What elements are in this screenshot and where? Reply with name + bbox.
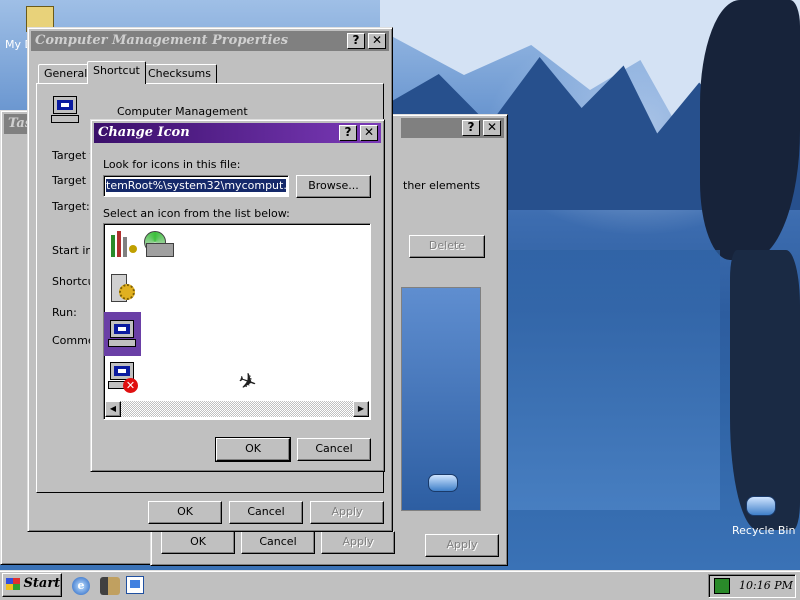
help-button[interactable]: ? <box>462 120 480 136</box>
taskbar: Start e 10:16 PM <box>0 570 800 600</box>
ok-button[interactable]: OK <box>161 531 235 554</box>
icon-file-input[interactable]: temRoot%\system32\mycomput.dll <box>103 175 289 197</box>
internet-explorer-icon[interactable]: e <box>72 577 90 595</box>
disk-management-icon[interactable] <box>142 229 176 261</box>
recycle-bin-icon <box>746 496 776 516</box>
change-icon-dialog[interactable]: Change Icon ? ✕ Look for icons in this f… <box>90 119 385 472</box>
close-button[interactable]: ✕ <box>360 125 378 141</box>
computer-error-icon[interactable]: ✕ <box>106 360 140 394</box>
dialog-title: Change Icon <box>98 125 190 140</box>
icon-list-label: Select an icon from the list below: <box>103 207 290 220</box>
field-label: Run: <box>52 306 77 319</box>
title-bar[interactable]: ? ✕ <box>401 118 504 138</box>
start-button[interactable]: Start <box>2 573 62 597</box>
apply-button[interactable]: Apply <box>310 501 384 524</box>
cancel-button[interactable]: Cancel <box>241 531 315 554</box>
window-title: Computer Management Properties <box>35 33 289 48</box>
cancel-button[interactable]: Cancel <box>229 501 303 524</box>
tools-icon[interactable] <box>107 229 139 261</box>
title-bar[interactable]: Computer Management Properties ? ✕ <box>31 31 389 51</box>
clock[interactable]: 10:16 PM <box>739 579 793 592</box>
tab-shortcut[interactable]: Shortcut <box>87 61 146 84</box>
close-button[interactable]: ✕ <box>483 120 501 136</box>
tab-checksums[interactable]: Checksums <box>142 64 217 84</box>
browse-button[interactable]: Browse... <box>296 175 371 198</box>
shortcut-name: Computer Management <box>117 105 248 118</box>
help-button[interactable]: ? <box>347 33 365 49</box>
windows-logo-icon <box>6 578 20 590</box>
apply-button[interactable]: Apply <box>321 531 395 554</box>
horizontal-scrollbar[interactable]: ◀ ▶ <box>105 401 369 417</box>
tab-general[interactable]: General <box>38 64 94 84</box>
field-label: Target: <box>52 200 90 213</box>
scroll-left-button[interactable]: ◀ <box>105 401 121 417</box>
apply-button-2[interactable]: Apply <box>425 534 499 557</box>
recycle-bin-icon <box>428 474 458 492</box>
settings-text: ther elements <box>403 179 481 192</box>
computer-management-icon <box>49 94 81 126</box>
desktop-icon-recycle-bin[interactable]: Recycle Bin <box>728 494 798 540</box>
file-label: Look for icons in this file: <box>103 158 241 171</box>
cancel-button[interactable]: Cancel <box>297 438 371 461</box>
wallpaper-preview <box>401 287 481 511</box>
start-label: Start <box>23 576 61 591</box>
ok-button[interactable]: OK <box>215 437 291 462</box>
field-label: Target t <box>52 149 94 162</box>
system-tray: 10:16 PM <box>708 574 796 598</box>
services-icon[interactable] <box>107 272 139 304</box>
network-icon[interactable] <box>714 578 730 594</box>
title-bar[interactable]: Change Icon ? ✕ <box>94 123 381 143</box>
my-computer-icon[interactable] <box>104 312 141 356</box>
scroll-right-button[interactable]: ▶ <box>353 401 369 417</box>
dial-up-icon[interactable] <box>100 577 120 595</box>
desktop-icon-label: Recycle Bin <box>732 524 796 537</box>
icon-file-value: temRoot%\system32\mycomput.dll <box>106 179 286 192</box>
delete-button[interactable]: Delete <box>409 235 485 258</box>
desktop-icon[interactable] <box>126 576 144 594</box>
ok-button[interactable]: OK <box>148 501 222 524</box>
close-button[interactable]: ✕ <box>368 33 386 49</box>
help-button[interactable]: ? <box>339 125 357 141</box>
